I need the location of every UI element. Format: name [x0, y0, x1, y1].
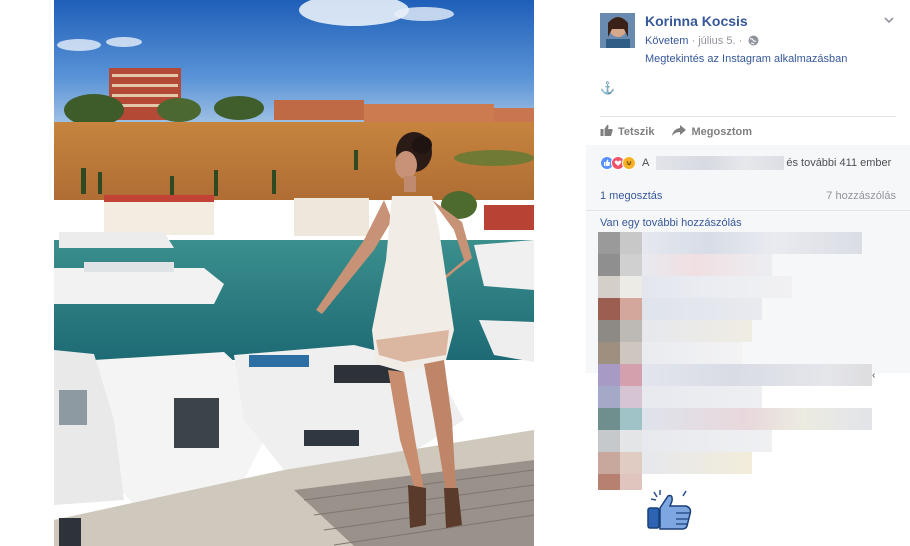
meta-separator: ·	[691, 35, 696, 47]
post-actions: Tetszik Megosztom	[600, 124, 752, 140]
author-avatar[interactable]	[600, 13, 635, 48]
thumbs-up-icon	[600, 124, 613, 140]
post-stats: 1 megosztás 7 hozzászólás	[600, 190, 896, 202]
chevron-down-icon[interactable]	[882, 13, 896, 27]
share-label: Megosztom	[691, 126, 752, 138]
divider	[600, 116, 896, 117]
post-caption: ⚓	[600, 81, 615, 95]
like-sticker-icon	[646, 488, 696, 532]
post-detail-panel: Korinna Kocsis Követem · július 5. · Meg…	[586, 0, 910, 546]
reactions-prefix: A	[642, 157, 650, 169]
like-button[interactable]: Tetszik	[600, 124, 654, 140]
blurred-names	[656, 156, 785, 170]
comments-count[interactable]: 7 hozzászólás	[826, 190, 896, 202]
post-meta: Követem · július 5. ·	[645, 35, 759, 49]
share-arrow-icon	[672, 124, 687, 140]
share-button[interactable]: Megosztom	[672, 124, 752, 140]
like-label: Tetszik	[618, 126, 655, 138]
reactions-others[interactable]: és további 411 ember	[786, 157, 891, 169]
author-name[interactable]: Korinna Kocsis	[645, 13, 748, 29]
meta-separator-2: ·	[738, 35, 743, 47]
harbor-photo	[54, 0, 534, 546]
divider-comments	[586, 210, 910, 211]
more-comments-link[interactable]: Van egy további hozzászólás	[600, 217, 742, 229]
post-date[interactable]: július 5.	[698, 35, 735, 47]
stray-glyph: ‹	[872, 370, 876, 381]
shares-count[interactable]: 1 megosztás	[600, 190, 662, 202]
reactions-summary[interactable]: A és további 411 ember	[600, 155, 891, 171]
follow-button[interactable]: Követem	[645, 35, 688, 47]
blurred-comments	[598, 232, 878, 492]
reaction-icons	[600, 156, 636, 170]
globe-icon	[748, 35, 759, 49]
post-photo[interactable]	[54, 0, 534, 546]
haha-reaction-icon	[622, 156, 636, 170]
instagram-app-link[interactable]: Megtekintés az Instagram alkalmazásban	[645, 53, 847, 65]
